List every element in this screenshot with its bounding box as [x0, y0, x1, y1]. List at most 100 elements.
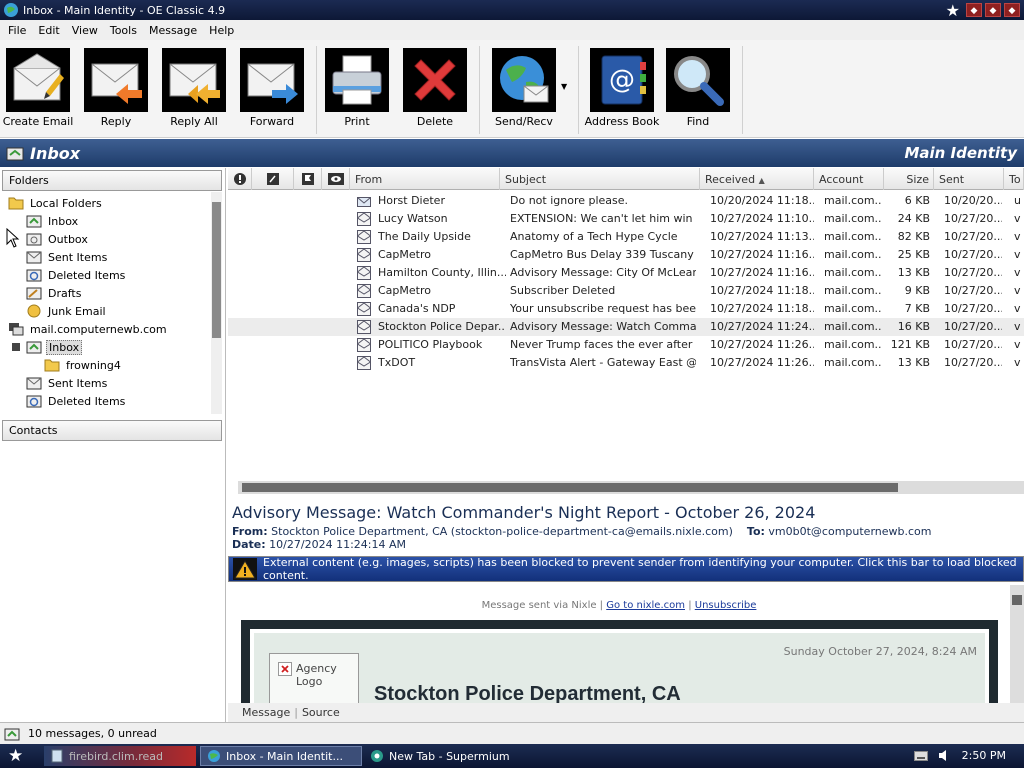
- menu-tools[interactable]: Tools: [104, 24, 143, 37]
- delete-button[interactable]: Delete: [397, 48, 473, 134]
- tree-account-inbox[interactable]: Inbox: [12, 338, 83, 356]
- cell-subject: Anatomy of a Tech Hype Cycle: [510, 230, 678, 243]
- print-button[interactable]: Print: [319, 48, 395, 134]
- paperclip-icon: [266, 173, 279, 185]
- tree-drafts[interactable]: Drafts: [26, 284, 83, 302]
- col-from[interactable]: From: [350, 168, 500, 190]
- create-email-button[interactable]: Create Email: [0, 48, 76, 134]
- table-row[interactable]: Stockton Police Depar... Advisory Message…: [228, 318, 1024, 336]
- col-to[interactable]: To: [1004, 168, 1024, 190]
- unsubscribe-link[interactable]: Unsubscribe: [695, 600, 757, 611]
- find-button[interactable]: Find: [660, 48, 736, 134]
- preview-date-line: Date: 10/27/2024 11:24:14 AM: [232, 538, 406, 551]
- table-row[interactable]: POLITICO Playbook Never Trump faces the e…: [228, 336, 1024, 354]
- send-receive-dropdown-arrow-icon[interactable]: ▼: [561, 82, 567, 91]
- toolbar: Create Email Reply Reply All Forward Pri…: [0, 40, 1024, 138]
- cell-size: 7 KB: [904, 302, 930, 315]
- preview-from-name[interactable]: Stockton Police Department, CA: [271, 525, 447, 538]
- delete-x-icon: [403, 48, 467, 112]
- reply-all-button[interactable]: Reply All: [156, 48, 232, 134]
- taskbar-item-oe-classic[interactable]: Inbox - Main Identit...: [200, 746, 362, 766]
- col-attachment[interactable]: [252, 168, 294, 190]
- table-row[interactable]: TxDOT TransVista Alert - Gateway East @ .…: [228, 354, 1024, 372]
- tree-junk-email[interactable]: Junk Email: [26, 302, 108, 320]
- col-subject[interactable]: Subject: [500, 168, 700, 190]
- tree-inbox[interactable]: Inbox: [26, 212, 80, 230]
- contacts-header[interactable]: Contacts: [2, 420, 222, 441]
- table-row[interactable]: Horst Dieter Do not ignore please. 10/20/2…: [228, 192, 1024, 210]
- preview-from-email[interactable]: (stockton-police-department-ca@emails.ni…: [451, 525, 733, 538]
- tab-source[interactable]: Source: [302, 706, 340, 719]
- sort-ascending-icon: ▲: [758, 176, 765, 185]
- forward-button[interactable]: Forward: [234, 48, 310, 134]
- tree-outbox[interactable]: Outbox: [26, 230, 90, 248]
- col-received[interactable]: Received ▲: [700, 168, 814, 190]
- table-row[interactable]: The Daily Upside Anatomy of a Tech Hype C…: [228, 228, 1024, 246]
- col-flag[interactable]: [294, 168, 322, 190]
- reply-all-icon: [162, 48, 226, 112]
- sent-items-icon: [26, 377, 42, 390]
- cell-from: The Daily Upside: [378, 230, 471, 243]
- folder-tree-scrollbar[interactable]: [211, 192, 222, 414]
- status-text: 10 messages, 0 unread: [28, 727, 157, 740]
- close-button[interactable]: ◆: [1004, 3, 1020, 17]
- menu-edit[interactable]: Edit: [32, 24, 65, 37]
- volume-icon[interactable]: [938, 749, 950, 762]
- folders-header[interactable]: Folders: [2, 170, 222, 191]
- minimize-button[interactable]: ◆: [966, 3, 982, 17]
- junk-email-icon: [27, 304, 41, 318]
- table-row[interactable]: Lucy Watson EXTENSION: We can't let him w…: [228, 210, 1024, 228]
- taskbar-item-notepad[interactable]: firebird.clim.read: [44, 746, 196, 766]
- address-book-button[interactable]: @ Address Book: [584, 48, 660, 134]
- scrollbar-thumb[interactable]: [242, 483, 898, 492]
- table-row[interactable]: CapMetro CapMetro Bus Delay 339 Tuscany 10…: [228, 246, 1024, 264]
- col-priority[interactable]: [228, 168, 252, 190]
- col-watch[interactable]: [322, 168, 350, 190]
- start-button[interactable]: ★: [8, 746, 23, 766]
- tree-frowning4[interactable]: frowning4: [44, 356, 123, 374]
- toolbar-separator: [316, 46, 317, 134]
- tree-sent-items[interactable]: Sent Items: [26, 248, 109, 266]
- cell-to: v: [1014, 284, 1021, 297]
- read-envelope-icon: [357, 266, 371, 280]
- scrollbar-thumb[interactable]: [212, 202, 221, 338]
- tree-account-deleted-items[interactable]: Deleted Items: [26, 392, 127, 410]
- warning-icon: [233, 558, 257, 580]
- tab-message[interactable]: Message: [242, 706, 290, 719]
- table-row[interactable]: Hamilton County, Illin... Advisory Messag…: [228, 264, 1024, 282]
- keyboard-icon[interactable]: [914, 751, 928, 761]
- nixle-link[interactable]: Go to nixle.com: [606, 600, 685, 611]
- cell-received: 10/27/2024 11:18...: [710, 284, 814, 297]
- send-receive-button[interactable]: Send/Recv: [486, 48, 562, 134]
- tree-expand-icon[interactable]: [12, 343, 20, 351]
- tree-account[interactable]: mail.computernewb.com: [8, 320, 169, 338]
- maximize-button[interactable]: ◆: [985, 3, 1001, 17]
- scrollbar-thumb[interactable]: [1012, 595, 1022, 605]
- cell-sent: 10/27/20...: [944, 302, 1002, 315]
- blocked-content-bar[interactable]: External content (e.g. images, scripts) …: [228, 556, 1024, 582]
- star-icon: ★: [945, 1, 960, 20]
- table-row[interactable]: CapMetro Subscriber Deleted 10/27/2024 11:…: [228, 282, 1024, 300]
- cell-size: 13 KB: [897, 356, 930, 369]
- cell-sent: 10/27/20...: [944, 320, 1002, 333]
- preview-vscrollbar[interactable]: [1010, 585, 1024, 703]
- message-list-hscrollbar[interactable]: [238, 481, 1024, 494]
- tree-account-sent-items[interactable]: Sent Items: [26, 374, 109, 392]
- clock[interactable]: 2:50 PM: [962, 749, 1006, 762]
- reply-button[interactable]: Reply: [78, 48, 154, 134]
- preview-to[interactable]: vm0b0t@computernewb.com: [768, 525, 931, 538]
- col-sent[interactable]: Sent: [934, 168, 1004, 190]
- cell-subject: TransVista Alert - Gateway East @ ...: [510, 356, 696, 369]
- menu-help[interactable]: Help: [203, 24, 240, 37]
- deleted-items-icon: [26, 269, 42, 282]
- menu-message[interactable]: Message: [143, 24, 203, 37]
- table-row[interactable]: Canada's NDP Your unsubscribe request has…: [228, 300, 1024, 318]
- taskbar-item-supermium[interactable]: New Tab - Supermium: [364, 746, 530, 766]
- col-size[interactable]: Size: [884, 168, 934, 190]
- menu-file[interactable]: File: [2, 24, 32, 37]
- tree-local-folders[interactable]: Local Folders: [8, 194, 104, 212]
- col-account[interactable]: Account: [814, 168, 884, 190]
- menu-view[interactable]: View: [66, 24, 104, 37]
- tree-deleted-items[interactable]: Deleted Items: [26, 266, 127, 284]
- cell-account: mail.com...: [824, 248, 882, 261]
